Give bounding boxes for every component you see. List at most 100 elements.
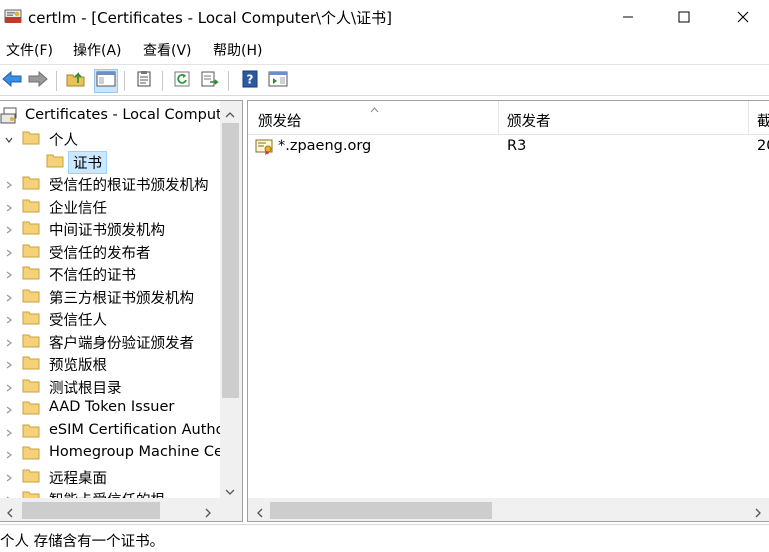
menu-help[interactable]: 帮助(H) xyxy=(213,40,262,60)
scroll-left-icon[interactable] xyxy=(6,506,14,521)
tree-item[interactable]: Homegroup Machine Cer xyxy=(0,442,220,464)
chevron-right-icon[interactable] xyxy=(4,336,14,346)
chevron-right-icon[interactable] xyxy=(4,223,14,234)
up-folder-icon xyxy=(66,70,86,92)
svg-text:?: ? xyxy=(247,73,254,87)
details-pane: 颁发给 颁发者 截 *.zpaeng.org R3 20 xyxy=(247,100,769,522)
list-horizontal-scrollbar[interactable] xyxy=(248,498,769,521)
folder-icon xyxy=(22,265,40,280)
tree-item-label: 企业信任 xyxy=(49,200,107,217)
properties-button[interactable] xyxy=(132,69,156,93)
tree-item[interactable]: 个人 xyxy=(0,127,220,149)
tree-item[interactable]: AAD Token Issuer xyxy=(0,397,220,419)
column-issued-by[interactable]: 颁发者 xyxy=(507,110,551,131)
forward-arrow-icon xyxy=(28,70,48,92)
show-hide-console-tree-icon xyxy=(96,70,116,92)
column-divider[interactable] xyxy=(498,101,499,135)
chevron-right-icon[interactable] xyxy=(4,178,14,189)
tree-item[interactable]: 智能卡受信任的根 xyxy=(0,487,220,498)
tree-item[interactable]: 受信任的根证书颁发机构 xyxy=(0,172,220,194)
tree-item[interactable]: 测试根目录 xyxy=(0,375,220,397)
up-one-level-button[interactable] xyxy=(64,69,88,93)
scroll-right-icon[interactable] xyxy=(754,506,762,521)
certificate-icon xyxy=(255,138,275,160)
menu-file[interactable]: 文件(F) xyxy=(6,40,53,60)
tree-item-label: 个人 xyxy=(49,133,78,149)
export-list-icon xyxy=(200,70,220,92)
folder-icon xyxy=(22,423,40,438)
menu-action[interactable]: 操作(A) xyxy=(73,40,122,60)
tree-item[interactable]: 受信任的发布者 xyxy=(0,240,220,262)
chevron-right-icon[interactable] xyxy=(4,381,14,391)
tree-item-label: eSIM Certification Author xyxy=(49,421,220,438)
list-horizontal-scroll-thumb[interactable] xyxy=(270,502,492,519)
tree-root[interactable]: Certificates - Local Compute xyxy=(0,105,220,127)
folder-icon xyxy=(22,400,40,415)
sort-ascending-icon xyxy=(370,101,379,117)
tree-vertical-scrollbar[interactable] xyxy=(220,101,242,498)
folder-icon xyxy=(22,333,40,348)
show-action-pane-button[interactable] xyxy=(266,69,290,93)
folder-icon xyxy=(22,355,40,370)
console-tree-pane: Certificates - Local Compute 个人 证书 受信任的根证书… xyxy=(0,100,243,522)
chevron-right-icon[interactable] xyxy=(4,291,14,301)
column-divider[interactable] xyxy=(748,101,749,135)
chevron-right-icon[interactable] xyxy=(4,448,14,459)
back-button[interactable] xyxy=(0,69,24,93)
tree-item[interactable]: 受信任人 xyxy=(0,307,220,329)
tree-item[interactable]: 第三方根证书颁发机构 xyxy=(0,285,220,307)
show-hide-console-tree-button[interactable] xyxy=(94,69,118,93)
folder-icon xyxy=(22,243,40,258)
tree-item-certificates-selected[interactable]: 证书 xyxy=(0,150,220,174)
scroll-up-icon[interactable] xyxy=(225,107,235,123)
chevron-right-icon[interactable] xyxy=(4,246,14,256)
chevron-right-icon[interactable] xyxy=(4,403,14,414)
column-issued-to[interactable]: 颁发给 xyxy=(258,110,302,131)
table-row[interactable]: *.zpaeng.org R3 20 xyxy=(248,135,769,159)
folder-icon xyxy=(22,490,40,498)
issued-by-cell: R3 xyxy=(507,138,527,154)
folder-icon xyxy=(22,310,40,325)
tree-item-label: 第三方根证书颁发机构 xyxy=(49,290,194,307)
refresh-button[interactable] xyxy=(170,69,194,93)
menu-view[interactable]: 查看(V) xyxy=(143,40,192,60)
tree-item[interactable]: eSIM Certification Author xyxy=(0,420,220,442)
tree-item[interactable]: 企业信任 xyxy=(0,195,220,217)
help-button[interactable]: ? xyxy=(238,69,262,93)
folder-icon xyxy=(22,175,40,190)
tree-item[interactable]: 中间证书颁发机构 xyxy=(0,217,220,239)
maximize-button[interactable] xyxy=(661,0,707,34)
tree-item-label: 预览版根 xyxy=(49,358,107,374)
tree-vertical-scroll-thumb[interactable] xyxy=(222,123,239,398)
tree-horizontal-scroll-thumb[interactable] xyxy=(22,502,160,519)
tree-item[interactable]: 远程桌面 xyxy=(0,465,220,487)
chevron-right-icon[interactable] xyxy=(4,358,14,369)
tree-item[interactable]: 不信任的证书 xyxy=(0,262,220,284)
tree-item[interactable]: 客户端身份验证颁发者 xyxy=(0,330,220,352)
chevron-right-icon[interactable] xyxy=(4,313,14,324)
close-button[interactable] xyxy=(720,0,766,34)
tree-item-label: 智能卡受信任的根 xyxy=(49,489,165,498)
refresh-icon xyxy=(173,70,191,92)
chevron-down-icon[interactable] xyxy=(4,133,14,143)
column-expiration[interactable]: 截 xyxy=(757,110,769,131)
certificate-manager-app-icon xyxy=(4,8,22,25)
forward-button[interactable] xyxy=(26,69,50,93)
tree-horizontal-scrollbar[interactable] xyxy=(0,498,220,521)
folder-icon xyxy=(22,445,40,460)
chevron-right-icon[interactable] xyxy=(4,268,14,279)
tree-item[interactable]: 预览版根 xyxy=(0,352,220,374)
scroll-right-icon[interactable] xyxy=(204,506,212,521)
tree-item-label: 远程桌面 xyxy=(49,470,107,487)
chevron-right-icon[interactable] xyxy=(4,426,14,436)
export-list-button[interactable] xyxy=(198,69,222,93)
minimize-button[interactable] xyxy=(605,0,651,34)
scrollbar-corner xyxy=(220,498,242,521)
chevron-right-icon[interactable] xyxy=(4,471,14,481)
scroll-left-icon[interactable] xyxy=(256,506,264,521)
show-action-pane-icon xyxy=(268,70,288,92)
tree-item-label: 不信任的证书 xyxy=(49,268,136,284)
toolbar-separator xyxy=(124,71,125,91)
tree-root-label: Certificates - Local Compute xyxy=(25,107,220,123)
chevron-right-icon[interactable] xyxy=(4,201,14,211)
